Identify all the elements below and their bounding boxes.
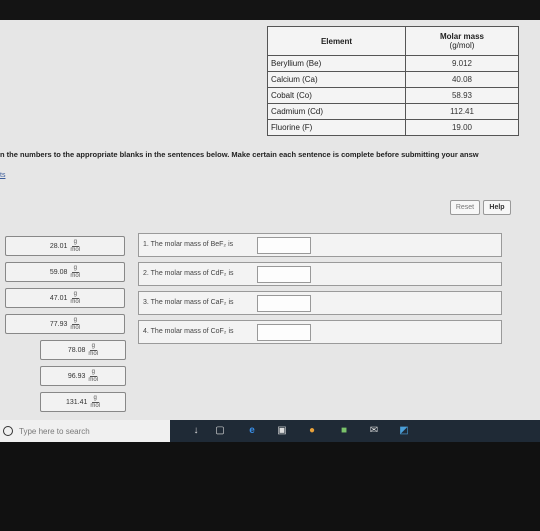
- unit-numerator: g: [91, 394, 99, 403]
- sentence-text: 4. The molar mass of CoF₂ is: [143, 328, 234, 335]
- unit-denominator: mol: [90, 402, 101, 409]
- header-molar-mass: Molar mass (g/mol): [405, 26, 519, 56]
- header-element: Element: [267, 26, 406, 56]
- table-row: Fluorine (F) 19.00: [267, 119, 519, 136]
- unit-numerator: g: [71, 316, 79, 325]
- tile-value: 47.01: [49, 294, 68, 302]
- microphone-icon[interactable]: ↓: [190, 425, 202, 437]
- sentence-text: 3. The molar mass of CaF₂ is: [143, 299, 234, 306]
- sentence-row: 3. The molar mass of CaF₂ is: [138, 291, 502, 315]
- element-name: Calcium (Ca): [267, 71, 406, 88]
- unit-denominator: mol: [88, 376, 99, 383]
- unit-denominator: mol: [88, 350, 99, 357]
- cortana-icon: [3, 426, 13, 436]
- table-row: Beryllium (Be) 9.012: [267, 55, 519, 72]
- tile-value: 131.41: [65, 398, 88, 406]
- tile-value: 78.08: [67, 346, 86, 354]
- sentence-row: 2. The molar mass of CdF₂ is: [138, 262, 502, 286]
- element-name: Fluorine (F): [267, 119, 406, 136]
- unit-numerator: g: [71, 264, 79, 273]
- sentence-row: 4. The molar mass of CoF₂ is: [138, 320, 502, 344]
- instructions-text: n the numbers to the appropriate blanks …: [0, 150, 479, 159]
- taskbar-search[interactable]: Type here to search: [0, 420, 170, 442]
- taskbar: Type here to search ↓ ▢ e ▣ ● ■ ✉ ◩: [0, 420, 540, 442]
- top-dark-bar: [0, 0, 540, 20]
- header-unit: (g/mol): [449, 41, 475, 50]
- element-name: Cobalt (Co): [267, 87, 406, 104]
- molar-mass-table: Element Molar mass (g/mol) Beryllium (Be…: [267, 26, 519, 136]
- reset-button[interactable]: Reset: [450, 200, 480, 215]
- tile-value: 59.08: [49, 268, 68, 276]
- answer-tile[interactable]: 96.93 g mol: [40, 366, 126, 386]
- unit-fraction: g mol: [70, 291, 80, 306]
- unit-numerator: g: [89, 342, 97, 351]
- table-row: Calcium (Ca) 40.08: [267, 71, 519, 88]
- pinned-app-icon[interactable]: ◩: [398, 425, 410, 437]
- unit-fraction: g mol: [88, 343, 98, 358]
- sentence-text: 1. The molar mass of BeF₂ is: [143, 241, 234, 248]
- store-icon[interactable]: ▣: [276, 425, 288, 437]
- tile-value: 28.01: [49, 242, 68, 250]
- mail-icon[interactable]: ✉: [368, 425, 380, 437]
- answer-tile[interactable]: 47.01 g mol: [5, 288, 125, 308]
- molar-mass-value: 9.012: [405, 55, 519, 72]
- unit-denominator: mol: [70, 246, 81, 253]
- answer-blank[interactable]: [257, 324, 311, 341]
- molar-mass-value: 40.08: [405, 71, 519, 88]
- answer-tile[interactable]: 59.08 g mol: [5, 262, 125, 282]
- assignment-page: Element Molar mass (g/mol) Beryllium (Be…: [0, 20, 540, 420]
- app-icon[interactable]: ■: [338, 425, 350, 437]
- molar-mass-value: 58.93: [405, 87, 519, 104]
- help-button[interactable]: Help: [483, 200, 511, 215]
- table-row: Cadmium (Cd) 112.41: [267, 103, 519, 120]
- unit-fraction: g mol: [70, 239, 80, 254]
- unit-numerator: g: [71, 290, 79, 299]
- task-view-icon[interactable]: ▢: [214, 425, 226, 437]
- answer-blank[interactable]: [257, 237, 311, 254]
- unit-fraction: g mol: [88, 369, 98, 384]
- tab-link[interactable]: ts: [0, 172, 5, 179]
- element-name: Cadmium (Cd): [267, 103, 406, 120]
- table-row: Cobalt (Co) 58.93: [267, 87, 519, 104]
- tile-value: 77.93: [49, 320, 68, 328]
- sentence-text: 2. The molar mass of CdF₂ is: [143, 270, 234, 277]
- edge-icon[interactable]: e: [246, 425, 258, 437]
- answer-tile[interactable]: 131.41 g mol: [40, 392, 126, 412]
- unit-numerator: g: [89, 368, 97, 377]
- answer-blank[interactable]: [257, 295, 311, 312]
- unit-denominator: mol: [70, 298, 81, 305]
- answer-blank[interactable]: [257, 266, 311, 283]
- header-molar-mass-label: Molar mass: [439, 32, 485, 41]
- sentence-row: 1. The molar mass of BeF₂ is: [138, 233, 502, 257]
- tile-value: 96.93: [67, 372, 86, 380]
- chrome-icon[interactable]: ●: [306, 425, 318, 437]
- unit-fraction: g mol: [90, 395, 100, 410]
- unit-denominator: mol: [70, 324, 81, 331]
- molar-mass-value: 112.41: [405, 103, 519, 120]
- unit-fraction: g mol: [70, 265, 80, 280]
- element-name: Beryllium (Be): [267, 55, 406, 72]
- unit-fraction: g mol: [70, 317, 80, 332]
- answer-tile[interactable]: 28.01 g mol: [5, 236, 125, 256]
- molar-mass-value: 19.00: [405, 119, 519, 136]
- answer-tile[interactable]: 77.93 g mol: [5, 314, 125, 334]
- unit-numerator: g: [71, 238, 79, 247]
- search-placeholder: Type here to search: [19, 426, 90, 436]
- answer-tile[interactable]: 78.08 g mol: [40, 340, 126, 360]
- unit-denominator: mol: [70, 272, 81, 279]
